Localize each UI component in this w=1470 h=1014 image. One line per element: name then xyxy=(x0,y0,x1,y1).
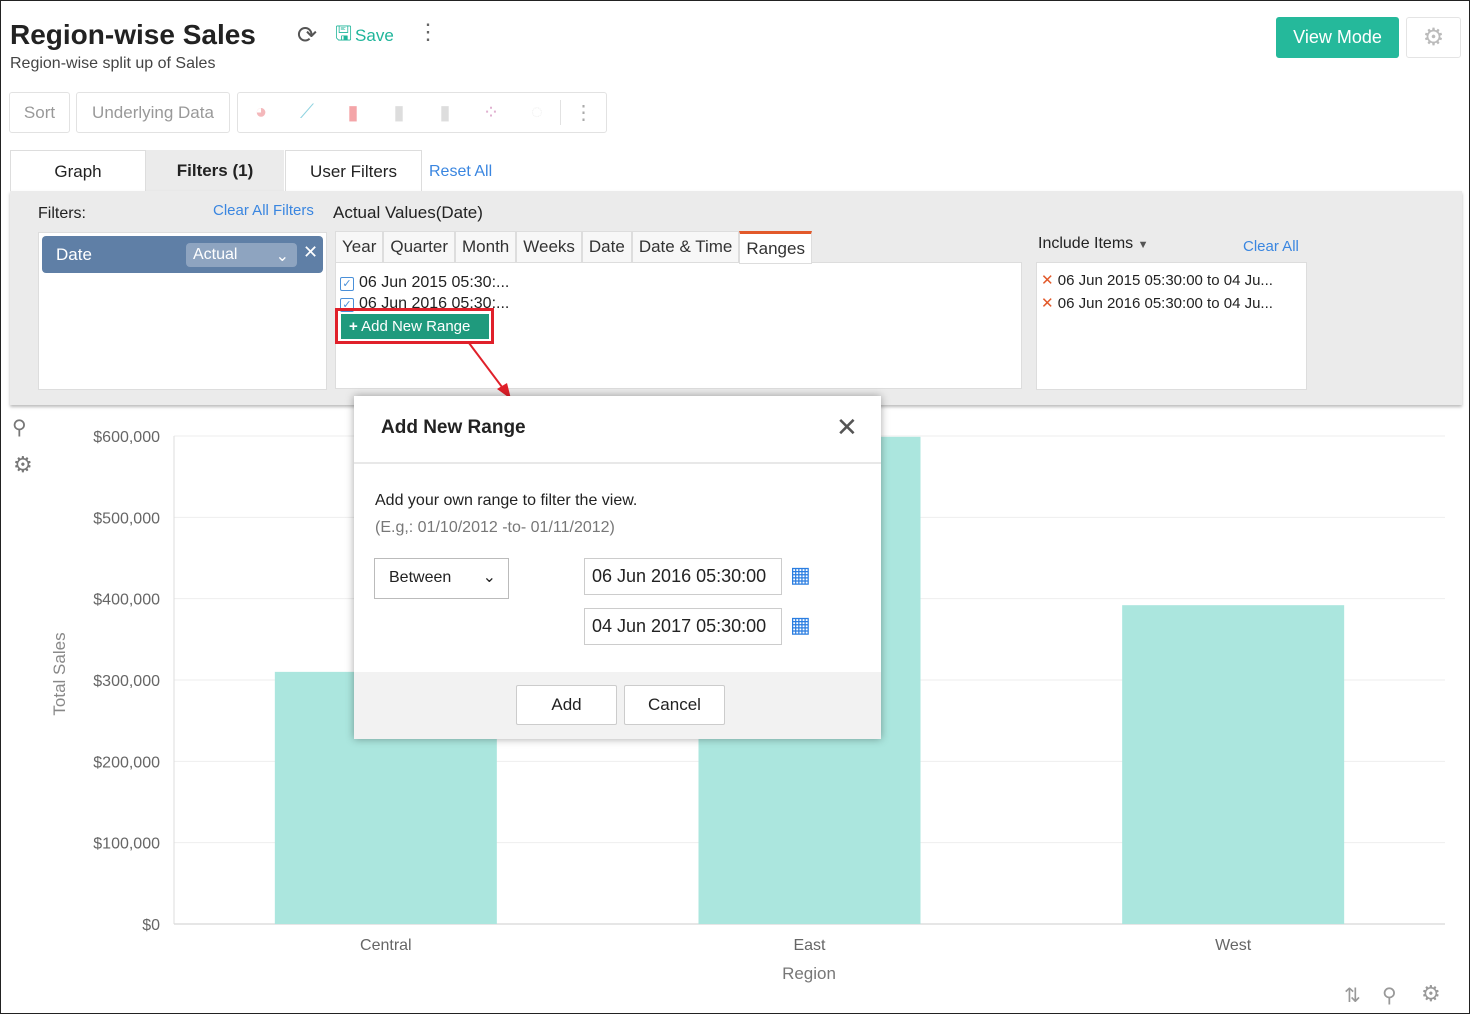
tab-graph[interactable]: Graph xyxy=(10,150,146,192)
annotation-arrow xyxy=(468,342,511,399)
clear-all-link[interactable]: Clear All xyxy=(1243,238,1299,255)
scatter-icon[interactable]: ⁘ xyxy=(468,100,514,125)
remove-x-icon[interactable]: ✕ xyxy=(1041,272,1054,289)
from-date-input[interactable]: 06 Jun 2016 05:30:00 xyxy=(584,558,782,595)
x-tick-label: West xyxy=(1215,937,1252,954)
caret-down-icon: ▼ xyxy=(1137,239,1149,251)
date-tab[interactable]: Date & Time xyxy=(631,231,740,263)
included-items-list: ✕ 06 Jun 2015 05:30:00 to 04 Ju... ✕ 06 … xyxy=(1036,262,1307,390)
close-icon[interactable]: ✕ xyxy=(836,412,858,443)
underlying-data-button[interactable]: Underlying Data xyxy=(76,92,230,133)
add-range-dialog: Add New Range ✕ Add your own range to fi… xyxy=(354,396,881,739)
y-tick-label: $100,000 xyxy=(93,836,160,853)
add-range-label: Add New Range xyxy=(361,318,471,335)
values-title: Actual Values(Date) xyxy=(333,203,483,222)
date-tab[interactable]: Date xyxy=(581,231,632,263)
include-items-dropdown[interactable]: Include Items ▼ xyxy=(1038,235,1149,253)
operator-value: Between xyxy=(389,569,452,586)
clear-all-filters-link[interactable]: Clear All Filters xyxy=(213,202,314,219)
y-tick-label: $600,000 xyxy=(93,429,160,446)
map-icon[interactable]: ◌ xyxy=(514,101,560,124)
y-tick-label: $0 xyxy=(142,917,160,934)
included-label: 06 Jun 2016 05:30:00 to 04 Ju... xyxy=(1057,295,1273,312)
save-button[interactable]: 🖫 Save xyxy=(335,19,394,53)
checkbox-checked-icon[interactable]: ✓ xyxy=(340,277,354,291)
bar-chart-icon[interactable]: ▮ xyxy=(330,100,376,125)
to-date-input[interactable]: 04 Jun 2017 05:30:00 xyxy=(584,608,782,645)
included-item: ✕ 06 Jun 2015 05:30:00 to 04 Ju... xyxy=(1041,269,1302,292)
more-options-icon[interactable]: ⋮ xyxy=(417,19,439,45)
x-axis-label: Region xyxy=(782,964,836,983)
filters-label: Filters: xyxy=(38,205,86,222)
refresh-icon[interactable]: ⟳ xyxy=(297,21,317,50)
range-label: 06 Jun 2015 05:30:... xyxy=(359,274,510,291)
include-label: Include Items xyxy=(1038,235,1134,252)
x-tick-label: East xyxy=(793,937,826,954)
add-button[interactable]: Add xyxy=(516,685,617,725)
included-item: ✕ 06 Jun 2016 05:30:00 to 04 Ju... xyxy=(1041,292,1302,315)
stacked-bar-icon[interactable]: ▮ xyxy=(376,100,422,125)
plus-icon: + xyxy=(349,318,358,335)
date-tabs: Year Quarter Month Weeks Date Date & Time Rang… xyxy=(335,231,812,264)
remove-filter-icon[interactable]: ✕ xyxy=(303,242,318,263)
tab-user-filters[interactable]: User Filters xyxy=(285,150,422,192)
date-tab[interactable]: Quarter xyxy=(383,231,455,263)
chevron-down-icon: ⌄ xyxy=(275,248,289,265)
filter-mode-value: Actual xyxy=(193,246,238,263)
grouped-bar-icon[interactable]: ▮ xyxy=(422,100,468,125)
add-new-range-button[interactable]: + Add New Range xyxy=(341,314,489,339)
y-tick-label: $200,000 xyxy=(93,754,160,771)
save-label: Save xyxy=(355,26,394,45)
cancel-button[interactable]: Cancel xyxy=(624,685,725,725)
y-tick-label: $400,000 xyxy=(93,592,160,609)
filter-mode-select[interactable]: Actual ⌄ xyxy=(186,243,297,267)
tab-filters[interactable]: Filters (1) xyxy=(146,150,284,192)
operator-select[interactable]: Between ⌄ xyxy=(374,558,509,599)
range-item[interactable]: ✓ 06 Jun 2015 05:30:... xyxy=(340,272,509,293)
pie-chart-icon[interactable]: ◕ xyxy=(238,101,284,124)
included-label: 06 Jun 2015 05:30:00 to 04 Ju... xyxy=(1057,272,1273,289)
settings-gear-icon[interactable]: ⚙ xyxy=(1406,17,1461,58)
chevron-down-icon: ⌄ xyxy=(482,569,496,586)
filter-field-name: Date xyxy=(56,245,92,264)
filter-chip-date[interactable]: Date Actual ⌄ ✕ xyxy=(42,236,323,273)
reset-all-link[interactable]: Reset All xyxy=(429,163,492,181)
remove-x-icon[interactable]: ✕ xyxy=(1041,295,1054,312)
dialog-example: (E.g,: 01/10/2012 -to- 01/11/2012) xyxy=(375,519,615,536)
y-axis-label: Total Sales xyxy=(50,632,69,715)
y-tick-label: $500,000 xyxy=(93,510,160,527)
divider xyxy=(354,462,881,464)
y-tick-label: $300,000 xyxy=(93,673,160,690)
page-title: Region-wise Sales xyxy=(10,19,256,50)
filter-add-icon[interactable]: ⚲ xyxy=(1382,983,1397,1008)
x-tick-label: Central xyxy=(360,937,412,954)
calendar-icon[interactable]: ▦ xyxy=(790,562,811,588)
date-tab[interactable]: Ranges xyxy=(739,231,812,264)
dialog-description: Add your own range to filter the view. xyxy=(375,492,638,509)
sort-axis-icon[interactable]: ⇅ xyxy=(1344,983,1361,1008)
chart-type-bar: ◕ ⟋ ▮ ▮ ▮ ⁘ ◌ ⋮ xyxy=(237,92,607,133)
line-chart-icon[interactable]: ⟋ xyxy=(284,101,330,124)
calendar-icon[interactable]: ▦ xyxy=(790,612,811,638)
bottom-gear-icon[interactable]: ⚙ xyxy=(1421,981,1441,1007)
dialog-title: Add New Range xyxy=(381,417,526,438)
page-subtitle: Region-wise split up of Sales xyxy=(10,55,216,72)
bar-west[interactable] xyxy=(1122,605,1345,924)
view-mode-button[interactable]: View Mode xyxy=(1276,17,1399,58)
sort-button[interactable]: Sort xyxy=(9,92,70,133)
date-tab[interactable]: Month xyxy=(455,231,517,263)
date-tab[interactable]: Weeks xyxy=(516,231,582,263)
dialog-footer xyxy=(354,672,881,739)
date-tab[interactable]: Year xyxy=(335,231,384,263)
more-chart-types-icon[interactable]: ⋮ xyxy=(560,100,606,125)
save-icon: 🖫 xyxy=(335,23,353,45)
